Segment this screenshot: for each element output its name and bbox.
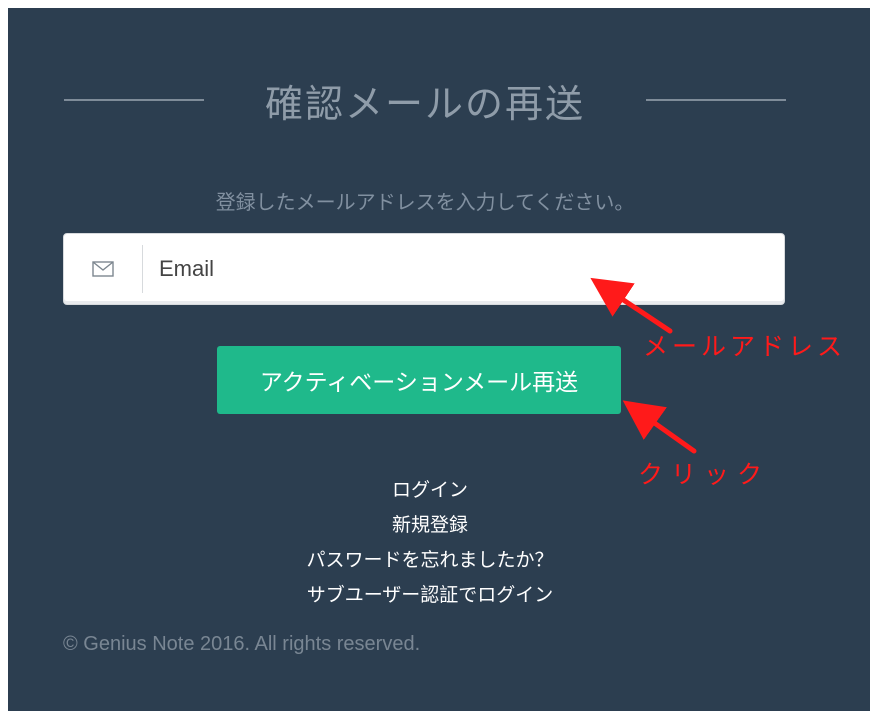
email-field-group [63, 233, 785, 305]
heading-row: 確認メールの再送 [64, 72, 786, 128]
heading-right-rule [645, 99, 786, 101]
resend-activation-email-button[interactable]: アクティベーションメール再送 [217, 346, 621, 414]
email-input[interactable] [143, 233, 784, 305]
forgot-password-link[interactable]: パスワードを忘れましたか？ [230, 543, 630, 578]
heading-left-rule [64, 99, 204, 101]
login-link[interactable]: ログイン [230, 473, 630, 508]
email-annotation-label: メールアドレス [643, 332, 847, 361]
page-title: 確認メールの再送 [264, 81, 585, 126]
auth-links: ログイン 新規登録 パスワードを忘れましたか？ サブユーザー認証でログイン [230, 473, 630, 613]
instruction-text: 登録したメールアドレスを入力してください。 [215, 190, 635, 214]
click-annotation-label: クリック [638, 460, 771, 489]
register-link[interactable]: 新規登録 [230, 508, 630, 543]
page: 確認メールの再送 登録したメールアドレスを入力してください。 アクティベーション… [0, 0, 870, 711]
copyright-text: © Genius Note 2016. All rights reserved. [63, 633, 421, 655]
envelope-icon [64, 245, 143, 293]
sub-user-login-link[interactable]: サブユーザー認証でログイン [230, 578, 630, 613]
